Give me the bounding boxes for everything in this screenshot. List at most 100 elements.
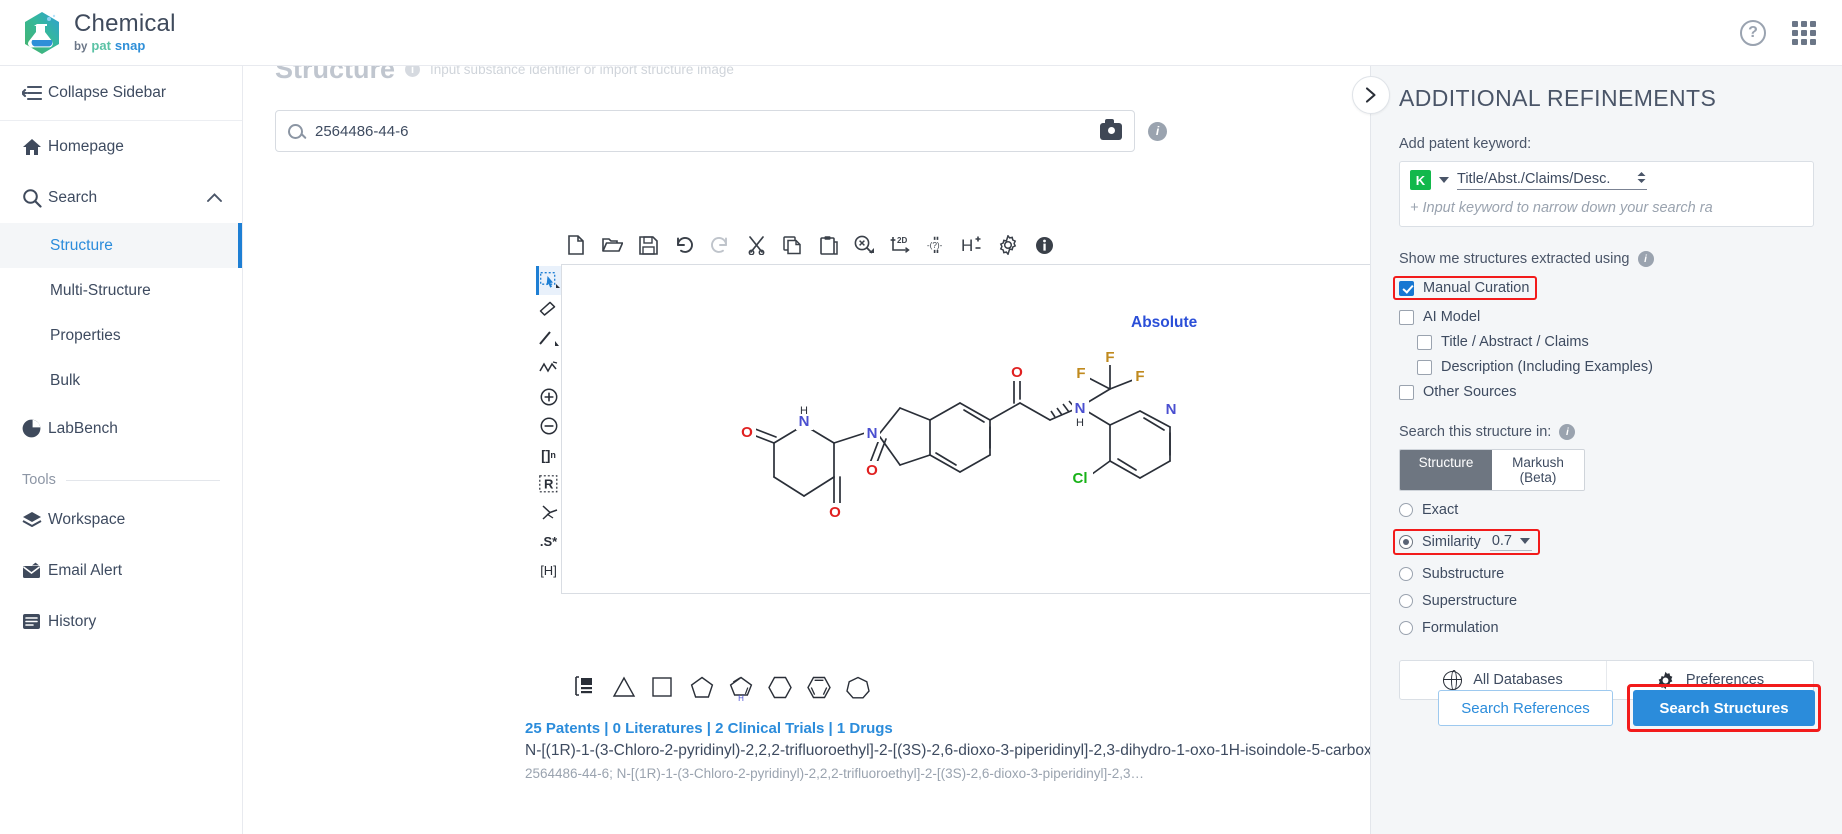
cyclohexane-icon[interactable] xyxy=(768,676,792,700)
search-input[interactable] xyxy=(313,121,1090,141)
redo-icon[interactable] xyxy=(709,234,731,256)
checkbox[interactable] xyxy=(1399,309,1414,325)
sidebar-item-workspace[interactable]: Workspace xyxy=(0,494,242,545)
cycloheptane-icon[interactable] xyxy=(846,676,870,700)
keyword-scope-select[interactable]: Title/Abst./Claims/Desc. xyxy=(1457,171,1648,190)
sidebar-item-email-alert[interactable]: Email Alert xyxy=(0,545,242,596)
hydrogen-charge-icon[interactable]: H xyxy=(961,234,983,256)
stereo-flag-icon[interactable]: -(?)- xyxy=(925,234,947,256)
zoom-icon[interactable] xyxy=(853,234,875,256)
similarity-value: 0.7 xyxy=(1491,533,1512,549)
radio[interactable] xyxy=(1399,503,1413,517)
search-icon xyxy=(22,188,48,208)
repeat-bracket-tool[interactable]: [] n xyxy=(536,440,562,469)
source-manual-curation[interactable]: Manual Curation xyxy=(1393,276,1814,300)
checkbox[interactable] xyxy=(1417,334,1432,350)
result-synonyms: 2564486-44-6; N-[(1R)-1-(3-Chloro-2-pyri… xyxy=(525,766,1144,781)
structure-canvas[interactable]: N H O O O N O N H F F F N Cl xyxy=(561,264,1370,594)
cut-icon[interactable] xyxy=(745,234,767,256)
mode-substructure[interactable]: Substructure xyxy=(1399,566,1814,582)
help-circle-icon[interactable]: ? xyxy=(1740,19,1766,46)
info-icon[interactable]: i xyxy=(1637,251,1654,267)
mode-formulation[interactable]: Formulation xyxy=(1399,620,1814,636)
mode-exact[interactable]: Exact xyxy=(1399,502,1814,518)
pyrrole-icon[interactable]: H xyxy=(729,676,753,703)
cyclobutane-icon[interactable] xyxy=(651,676,675,700)
benzene-icon[interactable] xyxy=(807,676,831,700)
info-icon[interactable]: i xyxy=(405,66,421,77)
undo-icon[interactable] xyxy=(673,234,695,256)
app-grid-icon[interactable] xyxy=(1792,20,1816,45)
structure-search-box[interactable] xyxy=(275,110,1135,152)
radio[interactable] xyxy=(1399,621,1413,635)
mode-superstructure[interactable]: Superstructure xyxy=(1399,593,1814,609)
chevron-down-icon[interactable] xyxy=(1439,177,1449,183)
checkbox[interactable] xyxy=(1399,384,1414,400)
new-file-icon[interactable] xyxy=(565,234,587,256)
template-picker-icon[interactable] xyxy=(573,676,597,700)
select-tool[interactable] xyxy=(535,266,562,295)
gear-icon[interactable] xyxy=(997,234,1019,256)
charge-plus-tool[interactable] xyxy=(536,382,562,411)
source-other-sources-label: Other Sources xyxy=(1423,384,1517,400)
radio[interactable] xyxy=(1399,567,1413,581)
camera-icon[interactable] xyxy=(1100,118,1122,140)
save-icon[interactable] xyxy=(637,234,659,256)
app-logo[interactable]: Chemical by pat snap xyxy=(0,11,176,55)
sidebar-item-properties[interactable]: Properties xyxy=(0,313,242,358)
checkbox[interactable] xyxy=(1417,359,1432,375)
info-icon[interactable]: i xyxy=(1559,424,1576,440)
chain-tool[interactable] xyxy=(536,353,562,382)
bond-tool[interactable] xyxy=(536,324,562,353)
source-title-abstract-claims[interactable]: Title / Abstract / Claims xyxy=(1417,334,1814,350)
sidebar-item-bulk[interactable]: Bulk xyxy=(0,358,242,403)
open-folder-icon[interactable] xyxy=(601,234,623,256)
radio[interactable] xyxy=(1399,535,1413,549)
layout-2d-icon[interactable]: 2D xyxy=(889,234,911,256)
sidebar-item-structure[interactable]: Structure xyxy=(0,223,242,268)
info-icon[interactable]: i xyxy=(1148,121,1167,141)
source-description[interactable]: Description (Including Examples) xyxy=(1417,359,1814,375)
svg-text:N: N xyxy=(867,425,878,442)
chevron-right-icon[interactable] xyxy=(1352,76,1390,114)
explicit-hydrogen-tool[interactable]: [H] xyxy=(536,556,562,585)
sidebar-item-labbench[interactable]: LabBench xyxy=(0,403,242,454)
copy-icon[interactable] xyxy=(781,234,803,256)
sidebar-item-homepage[interactable]: Homepage xyxy=(0,121,242,172)
source-ai-model-label: AI Model xyxy=(1423,309,1481,325)
atom-star-tool[interactable]: .S* xyxy=(536,527,562,556)
checkbox[interactable] xyxy=(1399,280,1414,296)
extracted-using-label: Show me structures extracted using i xyxy=(1399,251,1814,267)
tab-markush[interactable]: Markush (Beta) xyxy=(1492,450,1584,490)
panel-title: ADDITIONAL REFINEMENTS xyxy=(1399,85,1717,111)
search-results: 25 Patents | 0 Literatures | 2 Clinical … xyxy=(525,720,1370,781)
keyword-box[interactable]: K Title/Abst./Claims/Desc. + Input keywo… xyxy=(1399,161,1814,227)
pie-chart-icon xyxy=(22,419,48,438)
search-references-button[interactable]: Search References xyxy=(1438,690,1613,726)
keyword-input-placeholder[interactable]: + Input keyword to narrow down your sear… xyxy=(1410,200,1803,216)
mode-similarity[interactable]: Similarity 0.7 xyxy=(1393,529,1814,555)
source-other-sources[interactable]: Other Sources xyxy=(1399,384,1814,400)
info-icon[interactable] xyxy=(1033,234,1055,256)
svg-text:F: F xyxy=(1135,368,1144,385)
sidebar-item-multi-structure[interactable]: Multi-Structure xyxy=(0,268,242,313)
r-group-tool[interactable]: R xyxy=(536,469,562,498)
source-ai-model[interactable]: AI Model xyxy=(1399,309,1814,325)
stereo-tool[interactable] xyxy=(536,498,562,527)
result-counts-links[interactable]: 25 Patents | 0 Literatures | 2 Clinical … xyxy=(525,720,1370,737)
radio[interactable] xyxy=(1399,594,1413,608)
chevron-up-icon[interactable] xyxy=(207,189,222,207)
paste-icon[interactable] xyxy=(817,234,839,256)
cyclopropane-icon[interactable] xyxy=(612,676,636,700)
eraser-tool[interactable] xyxy=(536,295,562,324)
mode-exact-label: Exact xyxy=(1422,502,1459,518)
sidebar-collapse-button[interactable]: Collapse Sidebar xyxy=(0,66,242,121)
svg-text:N: N xyxy=(1166,401,1177,418)
cyclopentane-icon[interactable] xyxy=(690,676,714,700)
search-structures-button[interactable]: Search Structures xyxy=(1633,690,1815,726)
sidebar-item-search[interactable]: Search xyxy=(0,172,242,223)
charge-minus-tool[interactable] xyxy=(536,411,562,440)
similarity-value-dropdown[interactable]: 0.7 xyxy=(1489,533,1532,551)
sidebar-item-history[interactable]: History xyxy=(0,596,242,647)
tab-structure[interactable]: Structure xyxy=(1400,450,1492,490)
